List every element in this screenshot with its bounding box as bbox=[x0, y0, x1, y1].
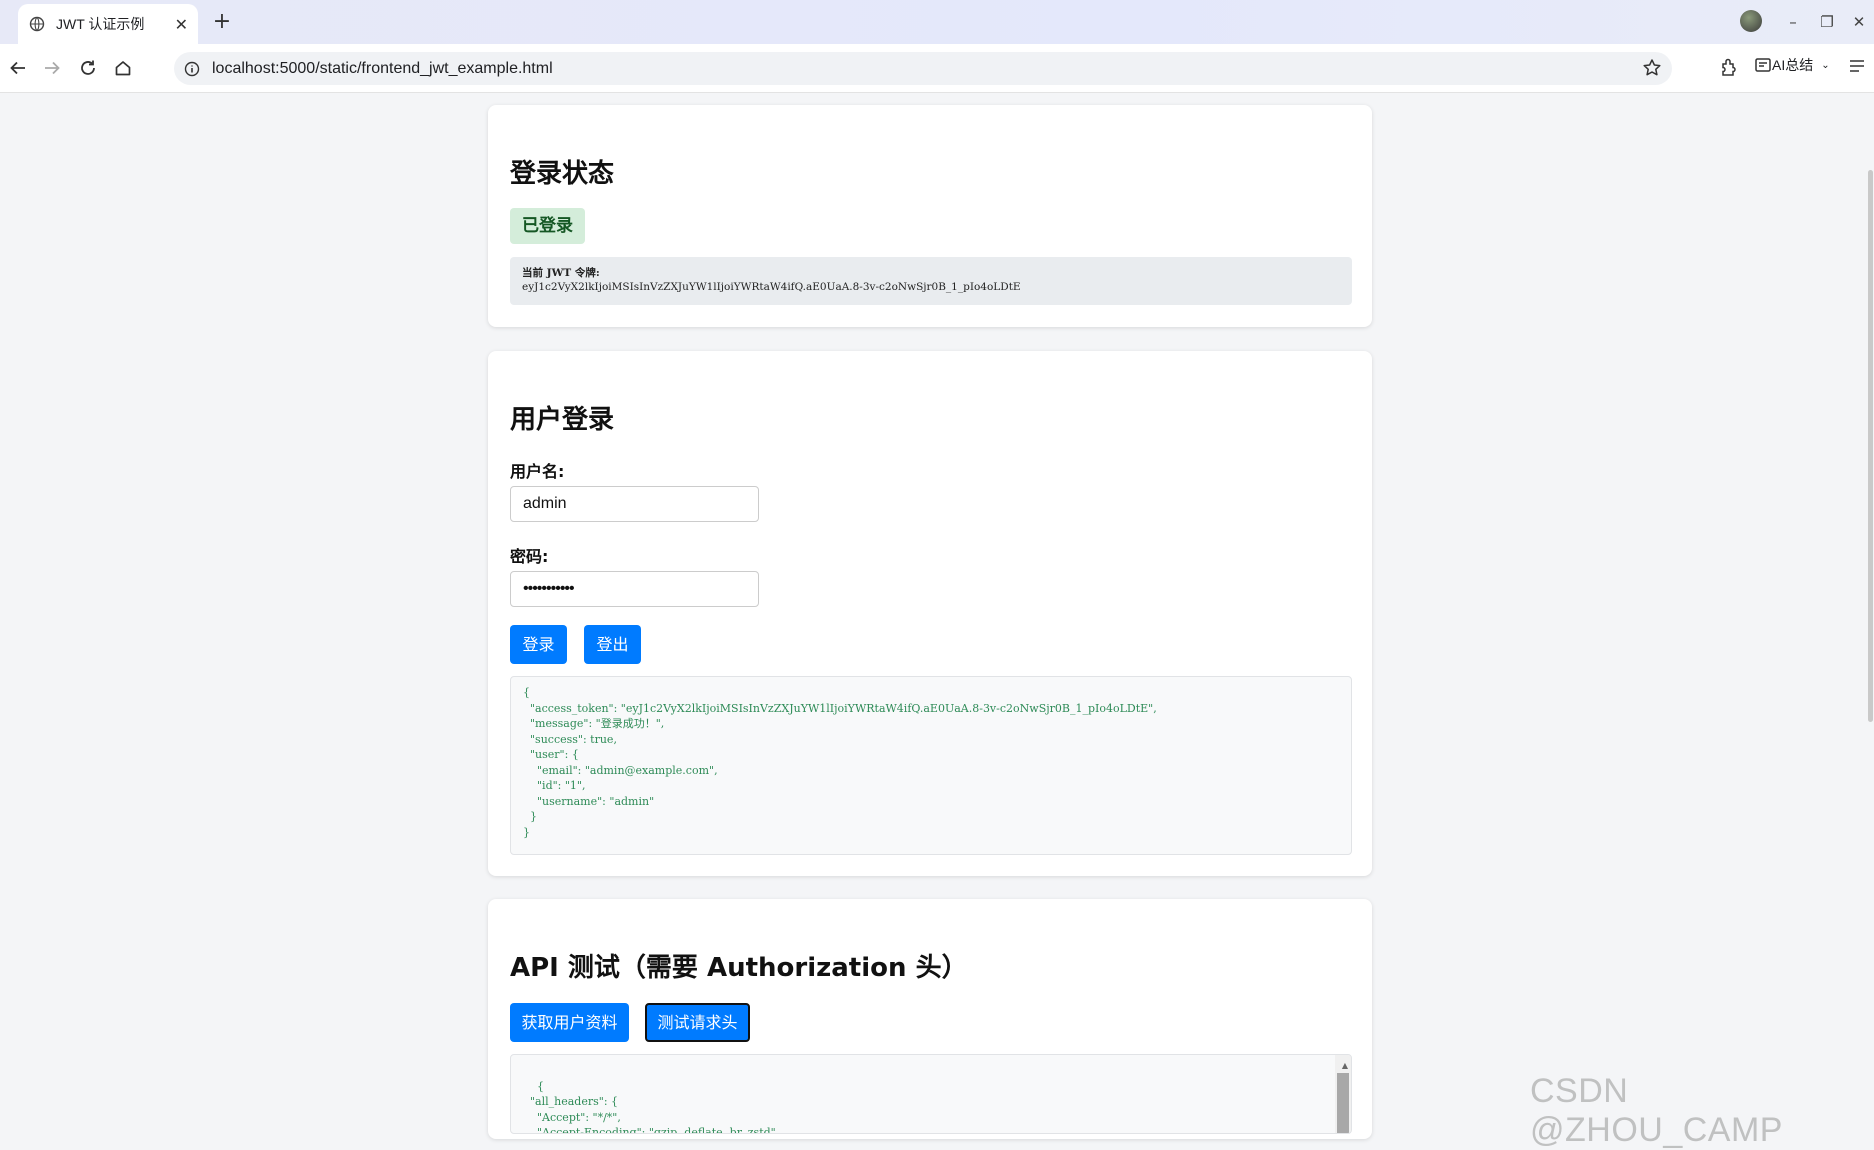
home-icon bbox=[115, 61, 131, 76]
api-test-title: API 测试（需要 Authorization 头） bbox=[510, 953, 968, 983]
token-display: 当前 JWT 令牌: eyJ1c2VyX2lkIjoiMSIsInVzZXJuY… bbox=[510, 257, 1352, 305]
login-button[interactable]: 登录 bbox=[510, 625, 567, 664]
username-label: 用户名: bbox=[510, 462, 565, 481]
response-scrollbar[interactable]: ▲ bbox=[1335, 1055, 1351, 1133]
chevron-down-icon: ⌄ bbox=[1821, 59, 1830, 71]
token-value: eyJ1c2VyX2lkIjoiMSIsInVzZXJuYW1lIjoiYWRt… bbox=[522, 281, 1021, 293]
password-label: 密码: bbox=[510, 547, 549, 566]
get-profile-button[interactable]: 获取用户资料 bbox=[510, 1003, 629, 1042]
home-button[interactable] bbox=[109, 54, 137, 82]
close-window-button[interactable]: ✕ bbox=[1844, 8, 1874, 36]
password-input[interactable]: ••••••••••• bbox=[510, 571, 759, 607]
toolbar: localhost:5000/static/frontend_jwt_examp… bbox=[0, 44, 1874, 93]
restore-button[interactable]: ❐ bbox=[1812, 8, 1842, 36]
site-info-icon bbox=[184, 61, 200, 76]
api-test-card: API 测试（需要 Authorization 头） 获取用户资料 测试请求头 … bbox=[488, 899, 1372, 1139]
logout-button[interactable]: 登出 bbox=[584, 625, 641, 664]
new-tab-button[interactable]: + bbox=[208, 8, 236, 36]
response-scrollbar-thumb[interactable] bbox=[1337, 1073, 1349, 1133]
ai-summary-icon bbox=[1755, 58, 1771, 72]
login-status-card: 登录状态 已登录 当前 JWT 令牌: eyJ1c2VyX2lkIjoiMSIs… bbox=[488, 105, 1372, 327]
login-status-title: 登录状态 bbox=[510, 159, 615, 189]
minimize-button[interactable]: – bbox=[1778, 8, 1808, 36]
browser-tab[interactable]: JWT 认证示例 ✕ bbox=[18, 4, 198, 44]
watermark: CSDN @ZHOU_CAMP bbox=[1530, 1072, 1783, 1149]
globe-icon bbox=[28, 15, 46, 33]
tab-strip: JWT 认证示例 ✕ + – ❐ ✕ bbox=[0, 0, 1874, 44]
extensions-icon[interactable] bbox=[1718, 56, 1740, 78]
menu-icon[interactable] bbox=[1848, 58, 1866, 74]
token-label: 当前 JWT 令牌: bbox=[522, 267, 600, 279]
reload-button[interactable] bbox=[74, 54, 102, 82]
ai-summary-label: AI总结 bbox=[1772, 57, 1814, 73]
api-response: { "all_headers": { "Accept": "*/*", "Acc… bbox=[510, 1054, 1352, 1134]
username-input[interactable]: admin bbox=[510, 486, 759, 522]
url-text: localhost:5000/static/frontend_jwt_examp… bbox=[212, 59, 553, 77]
profile-avatar[interactable] bbox=[1740, 10, 1762, 32]
scroll-up-arrow-icon[interactable]: ▲ bbox=[1342, 1058, 1348, 1074]
tab-title: JWT 认证示例 bbox=[56, 16, 145, 32]
forward-arrow-icon bbox=[45, 61, 60, 75]
reload-icon bbox=[81, 60, 95, 75]
page-scrollbar-thumb[interactable] bbox=[1868, 170, 1873, 722]
user-login-title: 用户登录 bbox=[510, 405, 615, 435]
login-response: { "access_token": "eyJ1c2VyX2lkIjoiMSIsI… bbox=[510, 676, 1352, 855]
tab-close-icon[interactable]: ✕ bbox=[175, 15, 188, 34]
back-arrow-icon bbox=[10, 61, 25, 75]
address-bar[interactable]: localhost:5000/static/frontend_jwt_examp… bbox=[174, 52, 1672, 85]
bookmark-star-icon[interactable] bbox=[1642, 58, 1662, 78]
ai-summary-button[interactable]: AI总结 ⌄ bbox=[1754, 55, 1830, 75]
forward-button[interactable] bbox=[38, 54, 66, 82]
user-login-card: 用户登录 用户名: admin 密码: ••••••••••• 登录 登出 { … bbox=[488, 351, 1372, 876]
back-button[interactable] bbox=[4, 54, 32, 82]
api-response-text: { "all_headers": { "Accept": "*/*", "Acc… bbox=[529, 1079, 780, 1134]
status-badge: 已登录 bbox=[510, 208, 585, 244]
test-headers-button[interactable]: 测试请求头 bbox=[645, 1003, 750, 1042]
